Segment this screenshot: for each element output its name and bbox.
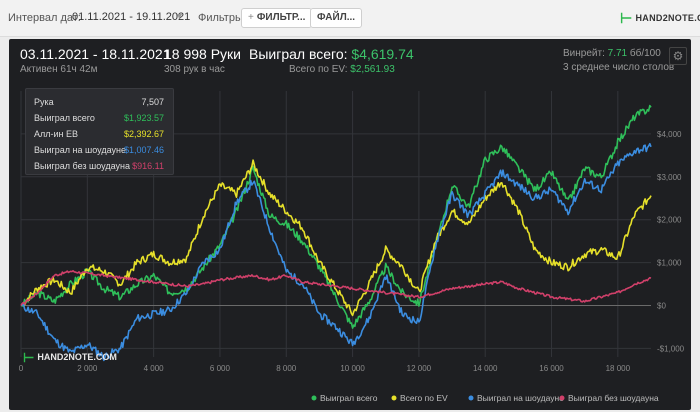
total-ev-label: Всего по EV: xyxy=(289,64,348,75)
x-tick-label: 10 000 xyxy=(340,364,365,373)
graph-panel: 02 000 4 000 6 000 8 000 10 000 12 000 14 000 1… xyxy=(9,39,691,410)
legend-marker xyxy=(391,395,397,401)
hover-tooltip: Рука 7,507 Выиграл всего $1,923.57 Алл-ин … xyxy=(25,88,174,175)
winrate: Винрейт: 7.71 бб/100 xyxy=(563,48,661,59)
add-filter-button[interactable]: + ФИЛЬТР... xyxy=(241,8,313,28)
total-ev: Всего по EV: $2,561.93 xyxy=(289,64,395,75)
plus-icon: + xyxy=(248,12,254,23)
brand-logo: ⊢HAND2NOTE.COM xyxy=(620,10,700,27)
tooltip-hand-label: Рука xyxy=(34,97,54,107)
file-button[interactable]: ФАЙЛ... xyxy=(310,8,363,28)
tooltip-won-value: $1,923.57 xyxy=(123,113,164,123)
logo-icon: ⊢ xyxy=(620,10,633,26)
tooltip-ev-label: Алл-ин EB xyxy=(34,129,79,139)
tooltip-hand-row: Рука 7,507 xyxy=(34,97,164,107)
tooltip-ev-value: $2,392.67 xyxy=(123,129,164,139)
x-tick-label: 12 000 xyxy=(407,364,432,373)
y-tick-label: $1,000 xyxy=(657,259,682,268)
legend-label: Выиграл на шоудауне xyxy=(477,393,564,403)
legend-label: Всего по EV xyxy=(400,393,448,403)
tooltip-sd-row: Выиграл на шоудауне $1,007.46 xyxy=(34,145,164,155)
x-tick-label: 18 000 xyxy=(606,364,631,373)
interval-label: Интервал дат: xyxy=(8,12,81,24)
series-line xyxy=(20,270,652,306)
session-date-range: 03.11.2021 - 18.11.2021 xyxy=(20,46,171,62)
tooltip-won-label: Выиграл всего xyxy=(34,113,95,123)
watermark-text: HAND2NOTE.COM xyxy=(37,352,117,362)
legend-marker xyxy=(468,395,474,401)
tooltip-nsd-row: Выиграл без шоудауна $916.11 xyxy=(34,161,164,171)
date-range-select[interactable]: 01.11.2021 - 19.11.2021 xyxy=(72,11,190,23)
legend-label: Выиграл всего xyxy=(320,393,378,403)
gear-icon[interactable]: ⚙ xyxy=(669,47,687,65)
y-tick-label: $4,000 xyxy=(657,130,682,139)
winrate-label: Винрейт: xyxy=(563,48,605,59)
y-tick-label: -$1,000 xyxy=(657,344,685,353)
tooltip-sd-label: Выиграл на шоудауне xyxy=(34,145,126,155)
total-won: Выиграл всего: $4,619.74 xyxy=(249,46,414,62)
tooltip-hand-value: 7,507 xyxy=(141,97,164,107)
x-tick-label: 16 000 xyxy=(539,364,564,373)
watermark-icon: ⊢ xyxy=(23,350,35,365)
tooltip-sd-value: $1,007.46 xyxy=(123,145,164,155)
x-tick-label: 4 000 xyxy=(144,364,165,373)
filter-bar: Интервал дат: 01.11.2021 - 19.11.2021 ▼ … xyxy=(0,0,700,37)
file-button-label: ФАЙЛ... xyxy=(317,12,356,23)
legend-marker xyxy=(311,395,317,401)
y-tick-label: $2,000 xyxy=(657,216,682,225)
watermark-logo: ⊢ HAND2NOTE.COM xyxy=(23,350,117,366)
y-tick-label: $0 xyxy=(657,302,666,311)
total-won-value: $4,619.74 xyxy=(351,46,414,62)
x-tick-label: 14 000 xyxy=(473,364,498,373)
chevron-down-icon[interactable]: ▼ xyxy=(175,11,184,21)
active-time: Активен 61ч 42м xyxy=(20,64,98,75)
add-filter-label: ФИЛЬТР... xyxy=(256,12,306,23)
avg-tables: 3 среднее число столов xyxy=(563,62,675,73)
tooltip-nsd-value: $916.11 xyxy=(132,161,164,171)
legend-marker xyxy=(559,395,565,401)
hands-count: 18 998 Руки xyxy=(164,46,241,62)
hands-per-hour: 308 рук в час xyxy=(164,64,225,75)
y-tick-label: $3,000 xyxy=(657,173,682,182)
filters-label: Фильтры: xyxy=(198,12,246,24)
total-won-label: Выиграл всего: xyxy=(249,46,348,62)
tooltip-nsd-label: Выиграл без шоудауна xyxy=(34,161,130,171)
winrate-value: 7.71 xyxy=(607,48,628,59)
series-line xyxy=(20,142,652,362)
x-tick-label: 8 000 xyxy=(276,364,297,373)
legend-label: Выиграл без шоудауна xyxy=(568,393,659,403)
tooltip-won-row: Выиграл всего $1,923.57 xyxy=(34,113,164,123)
winrate-suffix: бб/100 xyxy=(629,48,661,59)
logo-text: HAND2NOTE.COM xyxy=(635,13,700,23)
x-tick-label: 6 000 xyxy=(210,364,231,373)
total-ev-value: $2,561.93 xyxy=(350,64,395,75)
tooltip-ev-row: Алл-ин EB $2,392.67 xyxy=(34,129,164,139)
